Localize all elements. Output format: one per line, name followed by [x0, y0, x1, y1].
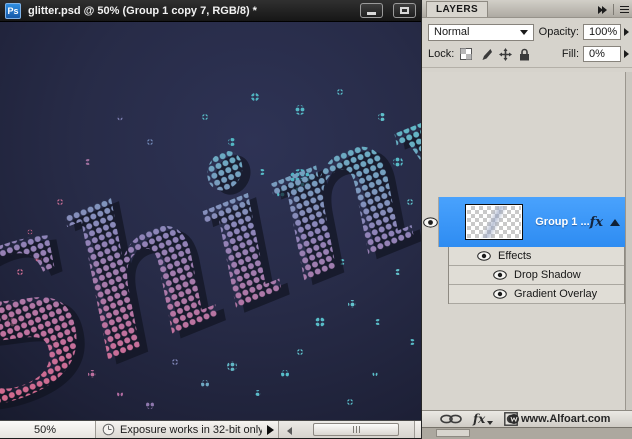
horizontal-scrollbar[interactable]	[278, 421, 414, 438]
opacity-label: Opacity:	[539, 26, 579, 38]
link-layers-icon[interactable]	[440, 414, 462, 424]
minimize-icon	[367, 12, 376, 15]
fill-label: Fill:	[562, 48, 579, 60]
layer-visibility-cell[interactable]	[422, 197, 439, 247]
thumb-grip	[359, 426, 360, 433]
thumb-grip	[353, 426, 354, 433]
layers-panel-toolbar: fx www.Alfoart.com	[422, 410, 632, 427]
effects-header-row[interactable]: Effects	[449, 247, 624, 266]
layer-name: Group 1 ...	[535, 216, 589, 228]
panel-menu-button[interactable]	[620, 6, 629, 13]
status-message: Exposure works in 32-bit only	[120, 424, 262, 436]
effects-collapse-arrow-icon[interactable]	[610, 219, 620, 226]
layer-thumbnail[interactable]	[466, 205, 522, 239]
fx-label: fx	[473, 412, 485, 426]
collapse-panel-button[interactable]	[598, 6, 607, 14]
zoom-level-field[interactable]: 50%	[0, 421, 96, 438]
effect-label: Gradient Overlay	[514, 288, 597, 300]
effect-label: Drop Shadow	[514, 269, 581, 281]
panel-right-gutter	[625, 72, 632, 410]
screenshot-root: Ps glitter.psd @ 50% (Group 1 copy 7, RG…	[0, 0, 632, 439]
layer-effects-list: Effects Drop Shadow	[448, 247, 625, 304]
maximize-button[interactable]	[393, 3, 416, 18]
photoshop-app-icon: Ps	[5, 3, 21, 19]
eye-icon	[423, 217, 438, 228]
lock-position-move-icon[interactable]	[499, 48, 512, 61]
document-window: Ps glitter.psd @ 50% (Group 1 copy 7, RG…	[0, 0, 421, 439]
layer-row-group1[interactable]: Group 1 ... fx	[422, 197, 625, 247]
double-arrow-icon	[602, 6, 607, 14]
blend-mode-value: Normal	[434, 26, 469, 38]
footer-tab	[436, 429, 470, 437]
document-statusbar: 50% Exposure works in 32-bit only	[0, 420, 421, 439]
watermark-text: www.Alfoart.com	[521, 413, 610, 425]
add-layer-style-button[interactable]: fx	[473, 412, 493, 426]
layers-options: Normal Opacity: 100% Lock:	[422, 18, 632, 68]
blend-mode-select[interactable]: Normal	[428, 24, 534, 41]
canvas-artwork: Shiny Shiny	[0, 22, 421, 420]
layers-list: Group 1 ... fx Effects	[422, 72, 632, 410]
play-triangle-icon	[267, 425, 274, 435]
chevron-down-icon	[487, 421, 493, 425]
eye-icon[interactable]	[493, 270, 507, 280]
lock-transparency-icon[interactable]	[460, 48, 472, 60]
opacity-field[interactable]: 100%	[583, 24, 621, 40]
blend-mode-row: Normal Opacity: 100%	[428, 21, 629, 43]
eye-icon[interactable]	[477, 251, 491, 261]
lock-label: Lock:	[428, 48, 454, 60]
clock-icon	[102, 423, 115, 436]
layers-panel: LAYERS Normal Opacity: 100%	[421, 0, 632, 439]
watermark-logo-icon	[508, 413, 520, 425]
scroll-left-arrow-icon[interactable]	[287, 427, 292, 435]
statusbar-corner	[414, 421, 421, 438]
lock-pixels-brush-icon[interactable]	[479, 48, 492, 61]
fill-field[interactable]: 0%	[583, 46, 621, 62]
effect-row-gradient-overlay[interactable]: Gradient Overlay	[449, 285, 624, 304]
panel-tab-strip: LAYERS	[422, 0, 632, 18]
panel-footer	[422, 427, 632, 439]
timing-icon-cell	[96, 423, 120, 436]
chevron-down-icon	[520, 30, 528, 35]
layer-fx-badge: fx	[590, 215, 603, 230]
effects-header-label: Effects	[498, 250, 531, 262]
effect-row-drop-shadow[interactable]: Drop Shadow	[449, 266, 624, 285]
watermark: www.Alfoart.com	[508, 413, 610, 425]
layer-block: Group 1 ... fx Effects	[422, 197, 625, 304]
fill-slider-arrow-icon[interactable]	[624, 50, 629, 58]
document-titlebar[interactable]: Ps glitter.psd @ 50% (Group 1 copy 7, RG…	[0, 0, 421, 22]
horizontal-scroll-thumb[interactable]	[313, 423, 399, 436]
tab-layers[interactable]: LAYERS	[426, 1, 488, 17]
maximize-icon	[400, 7, 409, 14]
status-options-button[interactable]	[262, 421, 278, 438]
selected-layer[interactable]: Group 1 ... fx	[439, 197, 625, 247]
strip-divider	[613, 4, 614, 15]
opacity-slider-arrow-icon[interactable]	[624, 28, 629, 36]
thumb-grip	[356, 426, 357, 433]
document-canvas[interactable]: Shiny Shiny	[0, 22, 421, 420]
lock-row: Lock:	[428, 43, 629, 65]
minimize-button[interactable]	[360, 3, 383, 18]
eye-icon[interactable]	[493, 289, 507, 299]
document-title: glitter.psd @ 50% (Group 1 copy 7, RGB/8…	[28, 5, 353, 17]
lock-all-padlock-icon[interactable]	[519, 48, 530, 61]
